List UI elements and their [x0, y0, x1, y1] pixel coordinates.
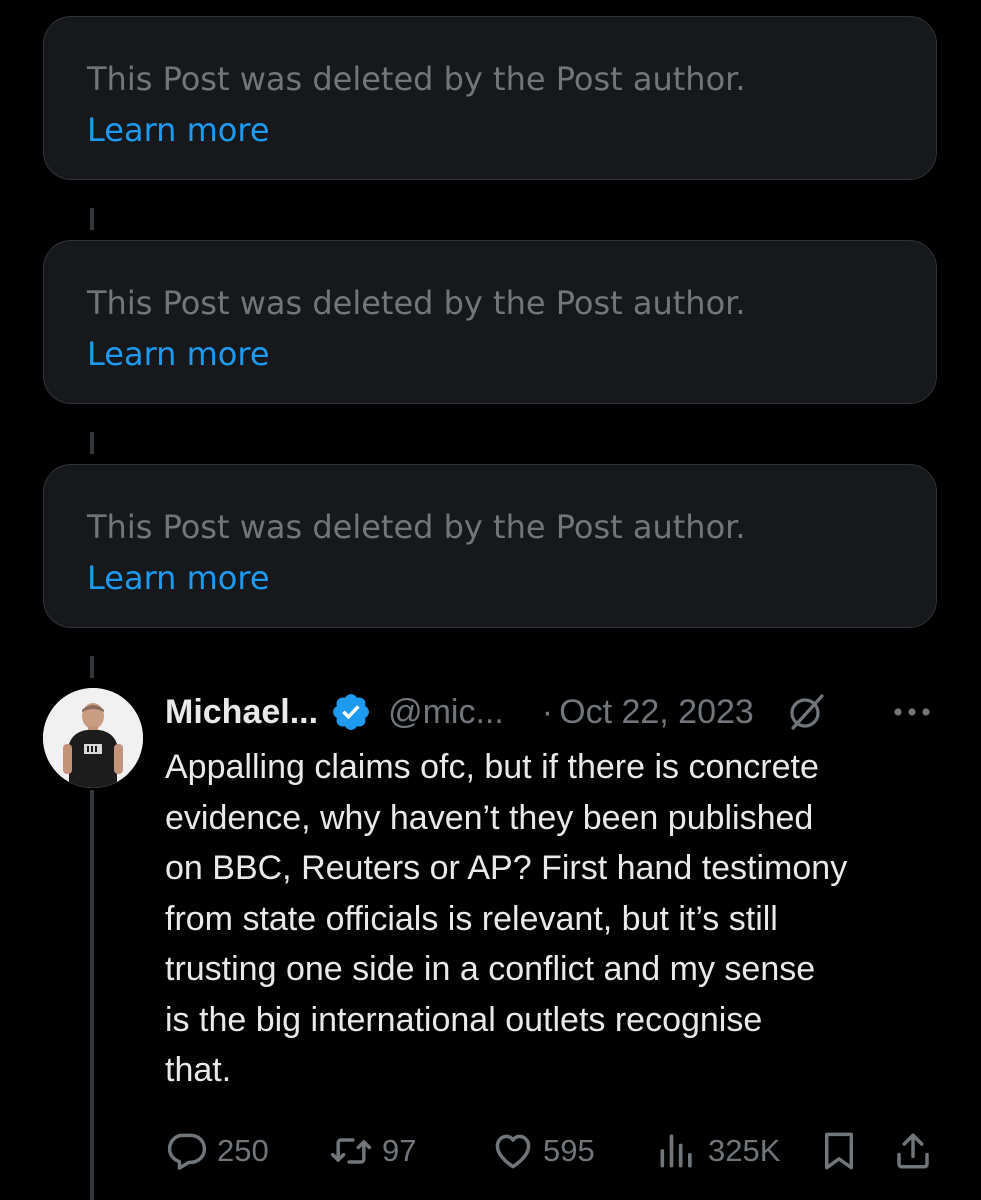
- share-button[interactable]: [892, 1128, 934, 1174]
- grok-icon[interactable]: [784, 690, 828, 734]
- avatar-photo: [43, 688, 143, 788]
- separator-dot: ·: [541, 692, 554, 731]
- deleted-post-card: This Post was deleted by the Post author…: [43, 240, 937, 404]
- like-count: 595: [543, 1133, 595, 1168]
- author-handle[interactable]: @mic...: [388, 693, 504, 732]
- deleted-post-card: This Post was deleted by the Post author…: [43, 464, 937, 628]
- reply-count: 250: [217, 1133, 269, 1168]
- deleted-post-notice: This Post was deleted by the Post author…: [87, 60, 746, 98]
- tweet-header: Michael... @mic... · Oct 22, 2023: [165, 688, 828, 736]
- learn-more-link[interactable]: Learn more: [87, 105, 270, 155]
- more-options-icon[interactable]: [888, 700, 936, 724]
- share-icon: [897, 1133, 929, 1169]
- deleted-post-notice: This Post was deleted by the Post author…: [87, 508, 746, 546]
- thread-line: [90, 790, 94, 1200]
- repost-button[interactable]: 97: [328, 1128, 416, 1174]
- views-button[interactable]: 325K: [654, 1128, 780, 1174]
- thread-connector: [90, 432, 94, 454]
- bookmark-icon: [825, 1132, 853, 1170]
- reply-icon: [167, 1133, 207, 1170]
- verified-badge-icon[interactable]: [330, 691, 372, 733]
- repost-count: 97: [382, 1133, 417, 1168]
- deleted-post-card: This Post was deleted by the Post author…: [43, 16, 937, 180]
- views-icon: [660, 1134, 692, 1168]
- learn-more-link[interactable]: Learn more: [87, 553, 270, 603]
- view-count: 325K: [708, 1133, 781, 1168]
- reply-button[interactable]: 250: [165, 1128, 269, 1174]
- like-button[interactable]: 595: [491, 1128, 595, 1174]
- post-date[interactable]: Oct 22, 2023: [559, 693, 754, 732]
- like-icon: [495, 1134, 531, 1169]
- deleted-post-notice: This Post was deleted by the Post author…: [87, 284, 746, 322]
- repost-icon: [330, 1138, 372, 1164]
- learn-more-link[interactable]: Learn more: [87, 329, 270, 379]
- tweet-text: Appalling claims ofc, but if there is co…: [165, 748, 848, 1089]
- author-name[interactable]: Michael...: [165, 693, 318, 732]
- thread-connector: [90, 208, 94, 230]
- avatar[interactable]: [43, 688, 143, 788]
- bookmark-button[interactable]: [818, 1128, 860, 1174]
- thread-connector: [90, 656, 94, 678]
